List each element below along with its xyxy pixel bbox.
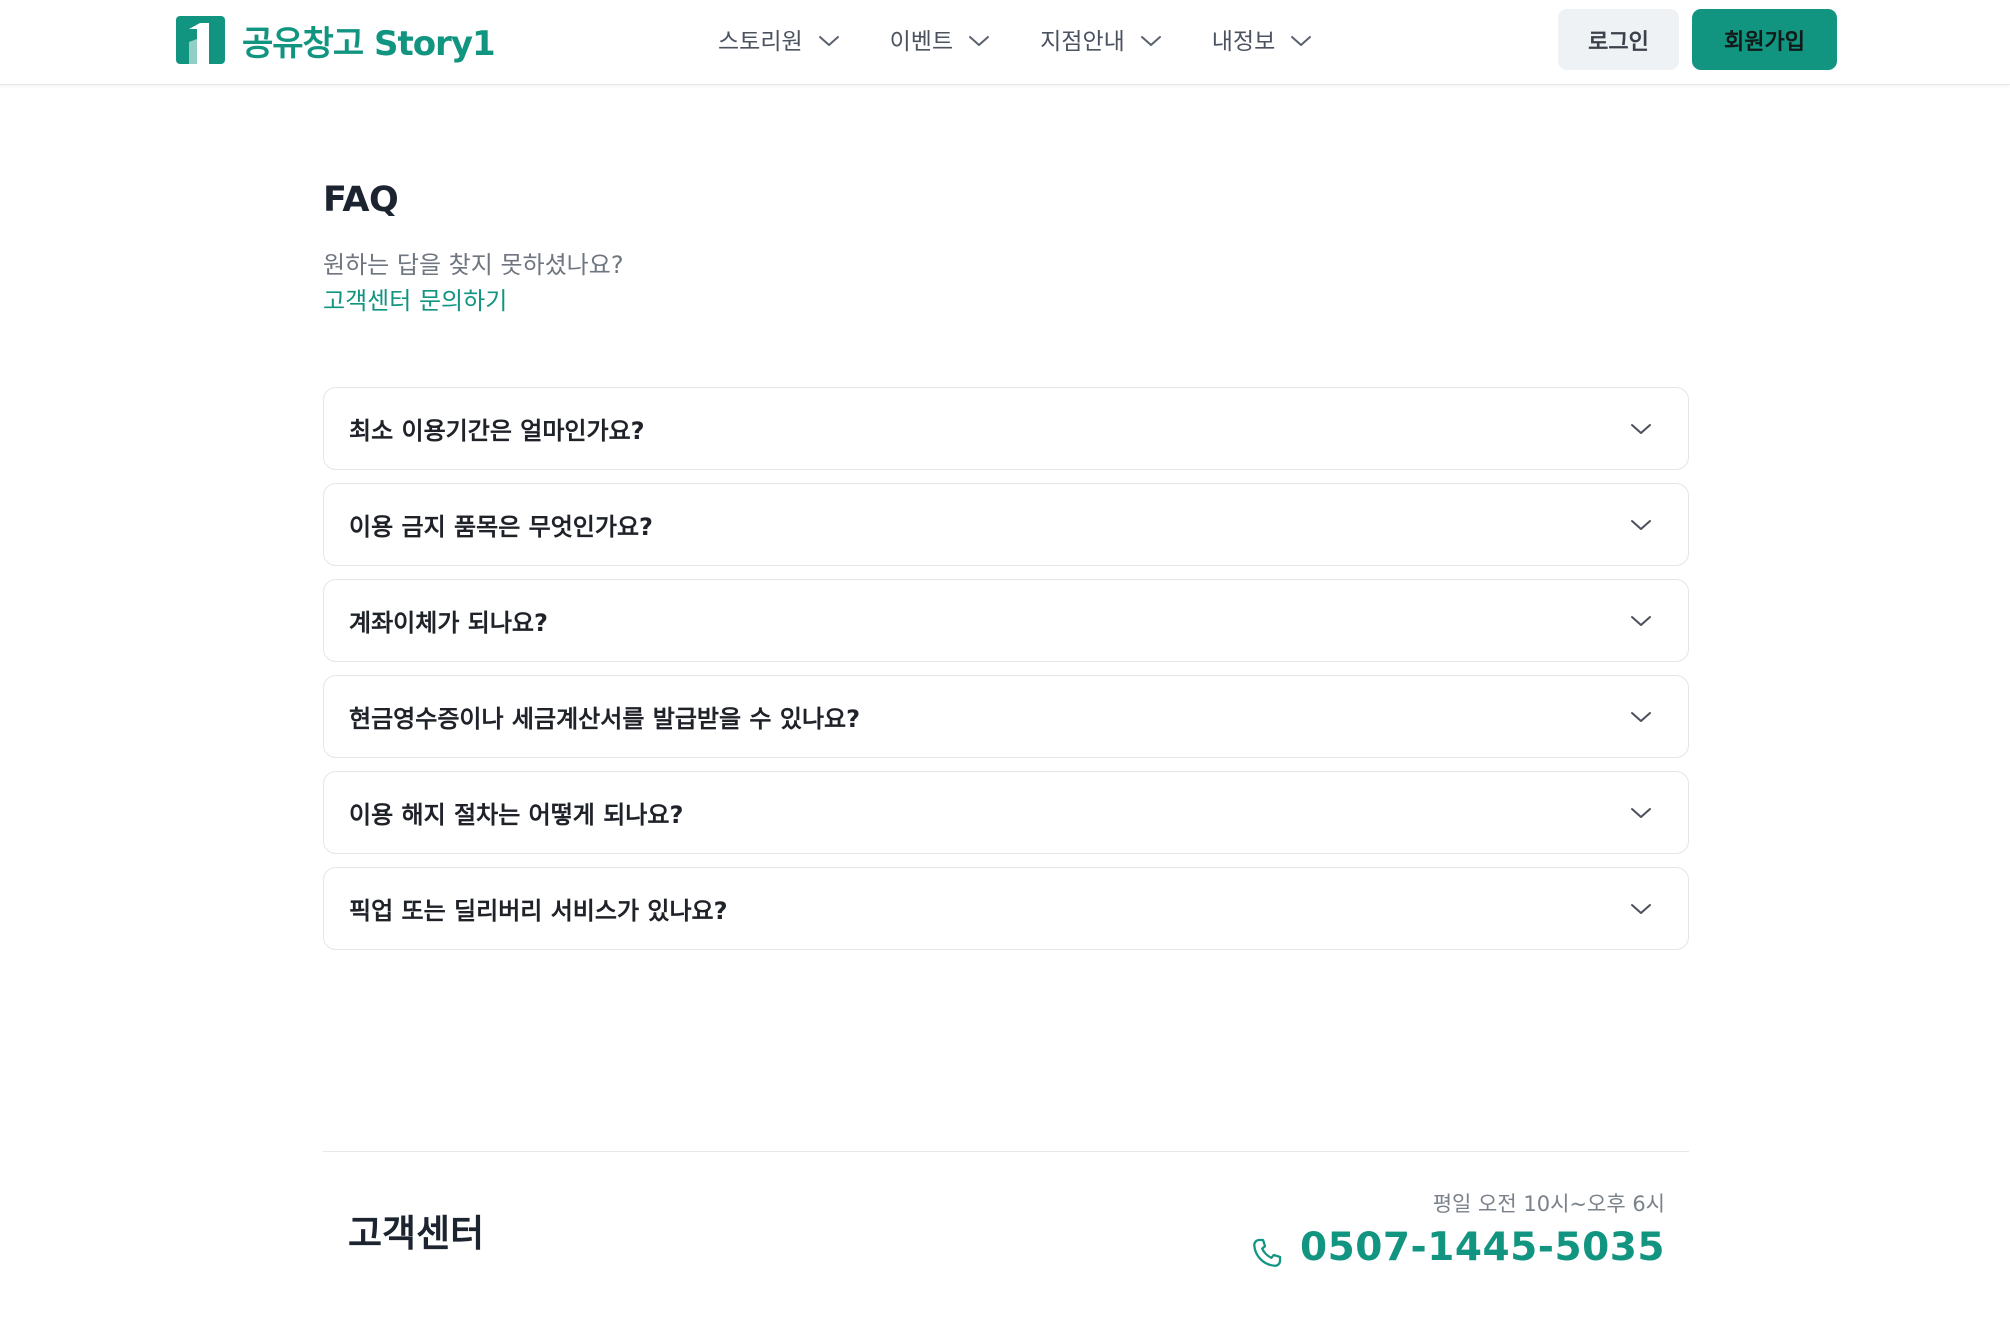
nav-item-label: 스토리원 (718, 29, 803, 55)
contact-support-link[interactable]: 고객센터 문의하기 (323, 281, 507, 316)
faq-item[interactable]: 계좌이체가 되나요? (323, 579, 1689, 662)
faq-item[interactable]: 이용 해지 절차는 어떻게 되나요? (323, 771, 1689, 854)
nav-item-label: 이벤트 (889, 29, 954, 55)
chevron-down-icon (1631, 903, 1651, 914)
faq-item[interactable]: 이용 금지 품목은 무엇인가요? (323, 483, 1689, 566)
chevron-down-icon (1140, 36, 1161, 46)
nav-item-label: 내정보 (1211, 29, 1276, 55)
phone-icon (1253, 1238, 1282, 1267)
faq-item[interactable]: 현금영수증이나 세금계산서를 발급받을 수 있나요? (323, 675, 1689, 758)
faq-list: 최소 이용기간은 얼마인가요? 이용 금지 품목은 무엇인가요? 계좌이체가 되… (323, 387, 1689, 963)
chevron-down-icon (1631, 615, 1651, 626)
faq-question: 계좌이체가 되나요? (349, 609, 548, 637)
nav-item-my-info[interactable]: 내정보 (1212, 22, 1312, 56)
main-nav: 스토리원 이벤트 지점안내 내정보 (718, 0, 1362, 78)
chevron-down-icon (818, 36, 839, 46)
faq-question: 이용 금지 품목은 무엇인가요? (349, 513, 653, 541)
faq-item[interactable]: 픽업 또는 딜리버리 서비스가 있나요? (323, 867, 1689, 950)
chevron-down-icon (1631, 423, 1651, 434)
signup-button[interactable]: 회원가입 (1692, 9, 1837, 70)
phone-link[interactable]: 0507-1445-5035 (1250, 1222, 1665, 1272)
site-logo[interactable]: 공유창고 Story1 (176, 14, 496, 66)
customer-center-title: 고객센터 (348, 1212, 485, 1255)
chevron-down-icon (1291, 36, 1312, 46)
site-header: 공유창고 Story1 스토리원 이벤트 지점안내 내정보 로그인 회원가입 (0, 0, 2010, 85)
faq-question: 이용 해지 절차는 어떻게 되나요? (349, 801, 684, 829)
logo-mark-icon (176, 16, 225, 64)
chevron-down-icon (1631, 711, 1651, 722)
faq-question: 픽업 또는 딜리버리 서비스가 있나요? (349, 897, 728, 925)
faq-item[interactable]: 최소 이용기간은 얼마인가요? (323, 387, 1689, 470)
nav-item-label: 지점안내 (1040, 29, 1125, 55)
login-button[interactable]: 로그인 (1558, 9, 1679, 70)
faq-question: 현금영수증이나 세금계산서를 발급받을 수 있나요? (349, 705, 861, 733)
nav-item-branches[interactable]: 지점안내 (1040, 22, 1162, 56)
phone-number: 0507-1445-5035 (1299, 1224, 1665, 1270)
chevron-down-icon (1631, 807, 1651, 818)
chevron-down-icon (1631, 519, 1651, 530)
nav-item-events[interactable]: 이벤트 (890, 22, 990, 56)
page-title: FAQ (323, 180, 399, 220)
section-divider (323, 1151, 1689, 1152)
faq-question: 최소 이용기간은 얼마인가요? (349, 417, 645, 445)
page-subtitle: 원하는 답을 찾지 못하셨나요? (323, 251, 624, 279)
brand-name: 공유창고 Story1 (242, 23, 496, 64)
business-hours: 평일 오전 10시~오후 6시 (1432, 1192, 1665, 1216)
nav-item-story1[interactable]: 스토리원 (718, 22, 840, 56)
chevron-down-icon (969, 36, 990, 46)
